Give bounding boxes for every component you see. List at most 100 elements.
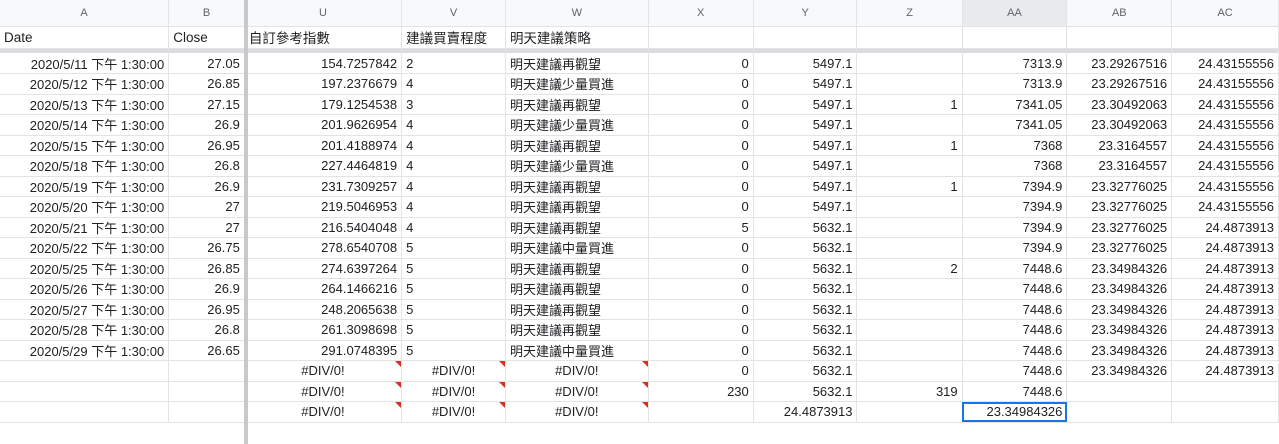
cell[interactable]: 5: [401, 237, 506, 259]
col-header-x[interactable]: X: [648, 0, 754, 27]
cell[interactable]: 23.32776025: [1066, 176, 1173, 197]
cell[interactable]: 24.43155556: [1171, 94, 1279, 115]
cell[interactable]: [856, 401, 963, 423]
cell[interactable]: 23.34984326: [1066, 258, 1173, 279]
cell[interactable]: 227.4464819: [244, 155, 403, 177]
cell[interactable]: 5497.1: [753, 73, 858, 95]
col-header-b[interactable]: B: [168, 0, 245, 27]
cell[interactable]: 0: [648, 237, 754, 259]
cell[interactable]: 5632.1: [753, 319, 858, 341]
cell[interactable]: 5632.1: [753, 217, 858, 238]
cell[interactable]: 7368: [962, 135, 1068, 156]
cell[interactable]: 0: [648, 114, 754, 136]
cell[interactable]: 23.34984326: [1066, 340, 1173, 361]
cell[interactable]: 27: [168, 217, 245, 238]
col-header-w[interactable]: W: [505, 0, 649, 27]
cell[interactable]: 7448.6: [962, 299, 1068, 320]
cell[interactable]: 7394.9: [962, 196, 1068, 218]
cell[interactable]: 0: [648, 299, 754, 320]
cell[interactable]: #DIV/0!: [505, 381, 649, 402]
cell[interactable]: 24.43155556: [1171, 176, 1279, 197]
header-cell[interactable]: [1066, 26, 1173, 49]
cell[interactable]: 24.4873913: [1171, 299, 1279, 320]
cell[interactable]: 5497.1: [753, 176, 858, 197]
cell[interactable]: 0: [648, 360, 754, 382]
cell[interactable]: 23.32776025: [1066, 196, 1173, 218]
cell[interactable]: 明天建議少量買進: [505, 73, 649, 95]
col-header-z[interactable]: Z: [856, 0, 963, 27]
header-cell[interactable]: [962, 26, 1068, 49]
cell[interactable]: [856, 237, 963, 259]
cell[interactable]: 7313.9: [962, 73, 1068, 95]
cell[interactable]: 216.5404048: [244, 217, 403, 238]
cell[interactable]: 0: [648, 155, 754, 177]
cell[interactable]: 5497.1: [753, 53, 858, 74]
cell[interactable]: 5: [401, 340, 506, 361]
cell[interactable]: 26.8: [168, 155, 245, 177]
cell[interactable]: 5632.1: [753, 340, 858, 361]
cell[interactable]: 7394.9: [962, 217, 1068, 238]
cell[interactable]: 明天建議再觀望: [505, 94, 649, 115]
cell[interactable]: [856, 53, 963, 74]
header-cell[interactable]: [856, 26, 963, 49]
cell[interactable]: 23.29267516: [1066, 73, 1173, 95]
cell[interactable]: 319: [856, 381, 963, 402]
header-cell[interactable]: 明天建議策略: [505, 26, 649, 49]
cell[interactable]: 4: [401, 217, 506, 238]
cell[interactable]: #DIV/0!: [401, 401, 506, 423]
cell[interactable]: 197.2376679: [244, 73, 403, 95]
cell[interactable]: 26.9: [168, 114, 245, 136]
cell[interactable]: 4: [401, 135, 506, 156]
cell[interactable]: [856, 196, 963, 218]
header-cell[interactable]: Date: [0, 26, 170, 49]
cell[interactable]: 5632.1: [753, 258, 858, 279]
cell[interactable]: 179.1254538: [244, 94, 403, 115]
cell[interactable]: 5: [401, 258, 506, 279]
cell[interactable]: 2020/5/28 下午 1:30:00: [0, 319, 170, 341]
cell[interactable]: 明天建議再觀望: [505, 196, 649, 218]
cell[interactable]: 0: [648, 196, 754, 218]
cell[interactable]: 明天建議再觀望: [505, 135, 649, 156]
col-header-ac[interactable]: AC: [1171, 0, 1279, 27]
cell[interactable]: 27.15: [168, 94, 245, 115]
cell[interactable]: 23.30492063: [1066, 94, 1173, 115]
cell[interactable]: 0: [648, 53, 754, 74]
cell[interactable]: 7448.6: [962, 319, 1068, 341]
cell[interactable]: #DIV/0!: [401, 381, 506, 402]
header-cell[interactable]: [1171, 26, 1279, 49]
cell[interactable]: 2020/5/15 下午 1:30:00: [0, 135, 170, 156]
cell[interactable]: 7394.9: [962, 176, 1068, 197]
cell[interactable]: #DIV/0!: [244, 401, 403, 423]
cell[interactable]: 明天建議中量買進: [505, 237, 649, 259]
cell[interactable]: 5497.1: [753, 135, 858, 156]
cell[interactable]: 5632.1: [753, 360, 858, 382]
cell[interactable]: 154.7257842: [244, 53, 403, 74]
cell[interactable]: 274.6397264: [244, 258, 403, 279]
cell[interactable]: #DIV/0!: [244, 381, 403, 402]
cell[interactable]: 7448.6: [962, 381, 1068, 402]
cell[interactable]: 2020/5/29 下午 1:30:00: [0, 340, 170, 361]
cell[interactable]: 248.2065638: [244, 299, 403, 320]
cell[interactable]: 明天建議再觀望: [505, 176, 649, 197]
cell[interactable]: 4: [401, 196, 506, 218]
cell[interactable]: 明天建議中量買進: [505, 340, 649, 361]
cell[interactable]: 明天建議少量買進: [505, 114, 649, 136]
cell[interactable]: 5: [401, 278, 506, 300]
cell[interactable]: [856, 340, 963, 361]
cell[interactable]: 明天建議少量買進: [505, 155, 649, 177]
cell[interactable]: 23.29267516: [1066, 53, 1173, 74]
cell[interactable]: #DIV/0!: [244, 360, 403, 382]
cell[interactable]: 4: [401, 114, 506, 136]
cell[interactable]: [168, 381, 245, 402]
col-header-ab[interactable]: AB: [1066, 0, 1173, 27]
header-cell[interactable]: 建議買賣程度: [401, 26, 506, 49]
cell[interactable]: 7394.9: [962, 237, 1068, 259]
cell[interactable]: 5: [401, 299, 506, 320]
cell[interactable]: 0: [648, 278, 754, 300]
cell[interactable]: 1: [856, 94, 963, 115]
col-header-v[interactable]: V: [401, 0, 506, 27]
header-cell[interactable]: 自訂參考指數: [244, 26, 403, 49]
cell[interactable]: 1: [856, 135, 963, 156]
cell[interactable]: [0, 381, 170, 402]
header-cell[interactable]: Close: [168, 26, 245, 49]
